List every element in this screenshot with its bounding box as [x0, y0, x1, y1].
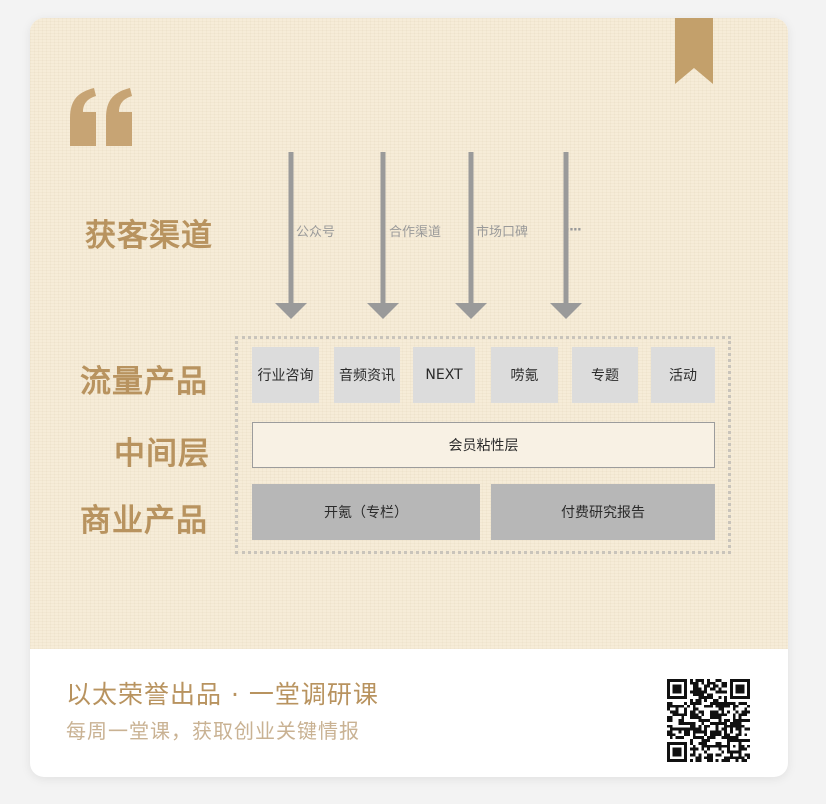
footer-title: 以太荣誉出品 · 一堂调研课 [66, 680, 379, 709]
channel-more: ···· [565, 223, 582, 238]
channel-label: 市场口碑 [476, 225, 529, 240]
paper-background: 获客渠道 流量产品 中间层 商业产品 公众号 合作渠道 市场口碑 ···· 行业… [30, 18, 788, 649]
traffic-product: 唠氪 [491, 347, 558, 403]
traffic-product: 活动 [651, 347, 715, 403]
qr-code-icon[interactable] [667, 679, 750, 762]
member-layer: 会员粘性层 [252, 422, 715, 468]
traffic-product: 行业咨询 [252, 347, 319, 403]
channel-arrows [275, 152, 582, 319]
channel-label: 合作渠道 [389, 225, 442, 240]
traffic-product: 专题 [572, 347, 638, 403]
business-product: 付费研究报告 [491, 484, 715, 540]
card: 获客渠道 流量产品 中间层 商业产品 公众号 合作渠道 市场口碑 ···· 行业… [30, 18, 788, 777]
traffic-product: 音频资讯 [334, 347, 400, 403]
traffic-product: NEXT [413, 347, 475, 403]
business-product: 开氪（专栏） [252, 484, 480, 540]
channel-label: 公众号 [296, 225, 336, 240]
footer-subtitle: 每周一堂课，获取创业关键情报 [66, 719, 360, 743]
